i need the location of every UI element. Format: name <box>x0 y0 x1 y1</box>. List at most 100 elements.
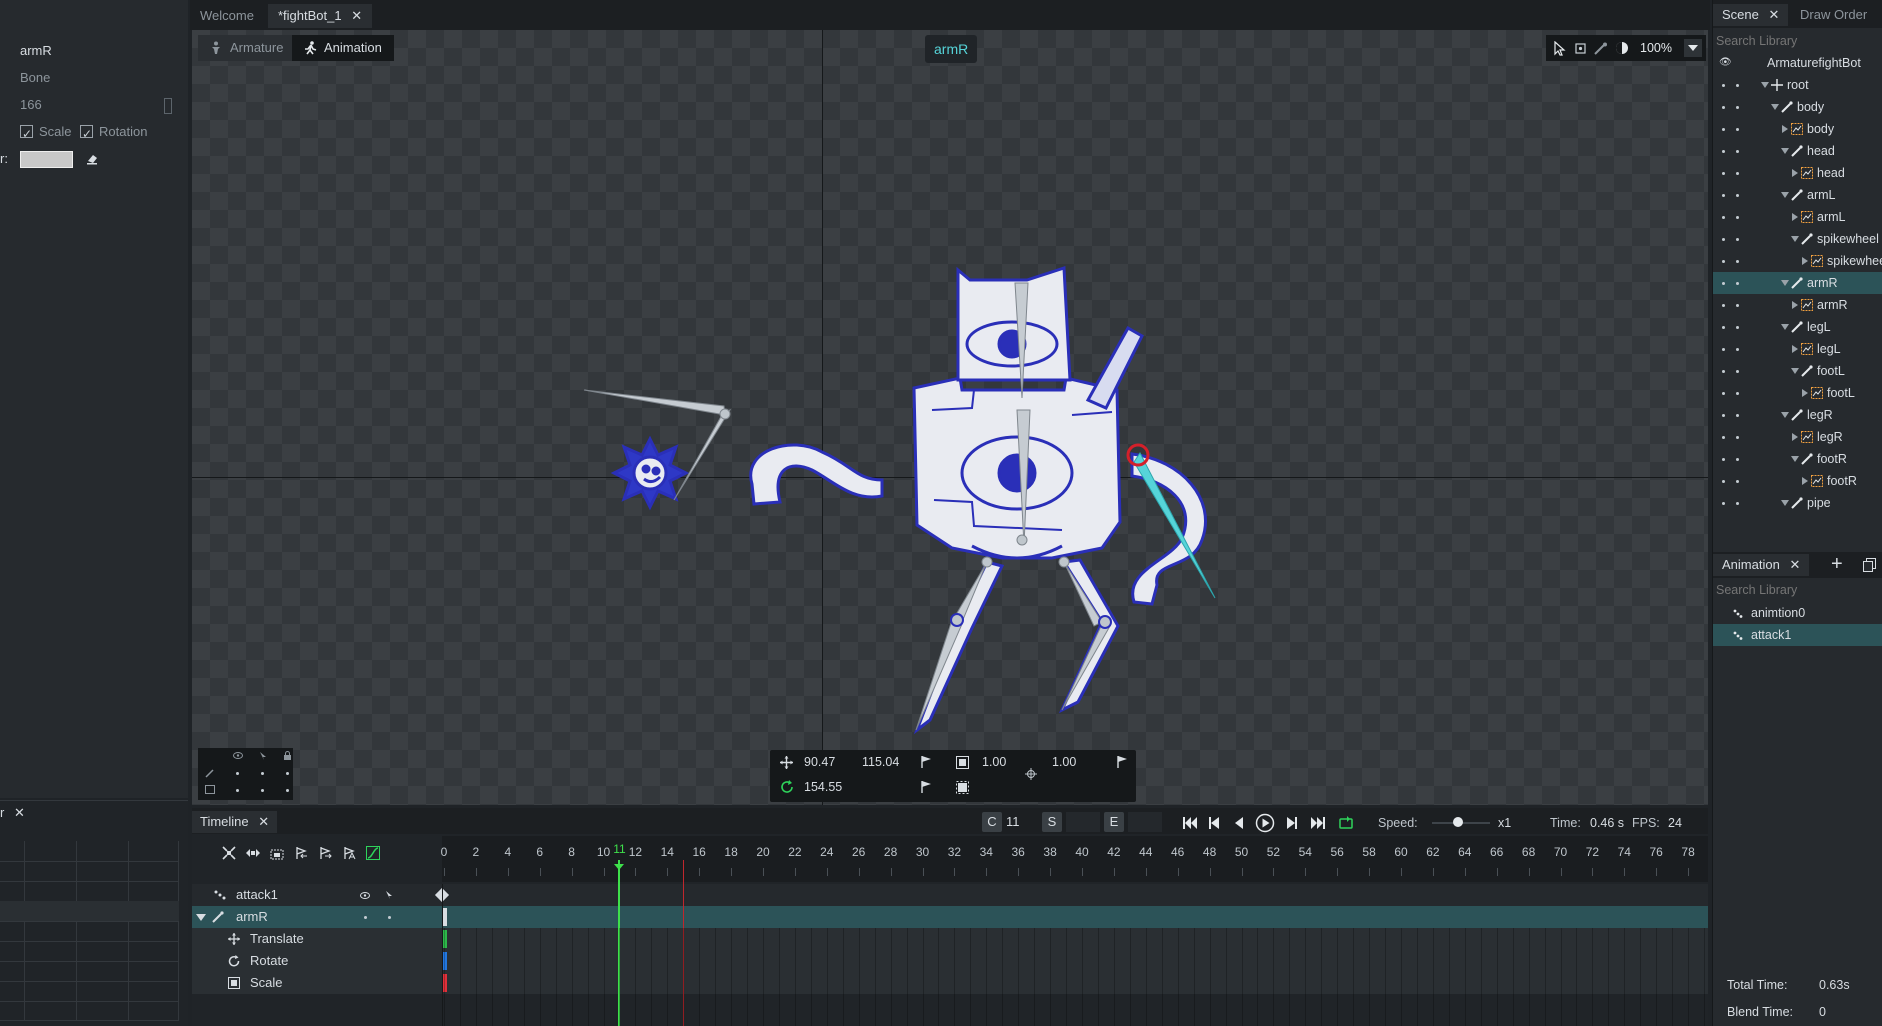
eye-icon[interactable] <box>233 752 243 759</box>
select-dot[interactable] <box>1736 84 1739 87</box>
prev-key-icon[interactable] <box>1208 816 1220 830</box>
visibility-dot[interactable] <box>1722 84 1725 87</box>
tree-item[interactable]: body <box>1713 96 1882 118</box>
display-mode-icon[interactable] <box>1615 41 1629 55</box>
expand-arrow-icon[interactable] <box>1792 169 1798 177</box>
last-frame-icon[interactable] <box>1310 816 1326 830</box>
flag-icon[interactable] <box>920 755 932 769</box>
collapse-arrow-icon[interactable] <box>1781 280 1789 286</box>
key-text-icon[interactable] <box>342 846 356 860</box>
visibility-dot[interactable] <box>1722 282 1725 285</box>
prev-frame-icon[interactable] <box>1234 816 1244 830</box>
rotation-checkbox[interactable]: Rotation <box>80 121 188 145</box>
close-icon[interactable]: ✕ <box>1769 7 1780 22</box>
collapse-arrow-icon[interactable] <box>1791 456 1799 462</box>
visibility-dot[interactable] <box>1722 414 1725 417</box>
tab-animation[interactable]: Animation ✕ <box>1713 554 1810 576</box>
y-position[interactable]: 115.04 <box>862 755 899 769</box>
select-dot[interactable] <box>1736 128 1739 131</box>
rotation-value[interactable]: 154.55 <box>804 780 842 794</box>
tree-item[interactable]: spikewheel <box>1713 250 1882 272</box>
name-field[interactable]: armR <box>0 40 188 62</box>
flag-icon[interactable] <box>1116 755 1128 769</box>
tree-item[interactable]: pipe <box>1713 492 1882 514</box>
select-dot[interactable] <box>1736 238 1739 241</box>
tree-item[interactable]: footR <box>1713 448 1882 470</box>
visibility-dot[interactable] <box>1722 106 1725 109</box>
visibility-dot[interactable] <box>1722 458 1725 461</box>
visibility-dot[interactable] <box>1722 260 1725 263</box>
play-icon[interactable] <box>1255 813 1275 833</box>
collapse-arrow-icon[interactable] <box>1781 500 1789 506</box>
transform-icon[interactable] <box>1574 42 1587 55</box>
key-left-icon[interactable] <box>294 846 308 860</box>
scale-x-value[interactable]: 1.00 <box>982 755 1006 769</box>
visibility-dot[interactable] <box>1722 392 1725 395</box>
select-dot[interactable] <box>1736 326 1739 329</box>
visibility-dot[interactable] <box>1722 502 1725 505</box>
collapse-arrow-icon[interactable] <box>1781 148 1789 154</box>
track-row-bone-armR[interactable]: armR <box>192 906 1708 928</box>
tab-timeline[interactable]: Timeline ✕ <box>192 811 278 833</box>
visibility-dot[interactable] <box>1722 128 1725 131</box>
curve-icon[interactable] <box>366 846 380 860</box>
tree-item[interactable]: legL <box>1713 316 1882 338</box>
next-frame-icon[interactable] <box>1286 816 1298 830</box>
visibility-dot[interactable] <box>1722 480 1725 483</box>
select-dot[interactable] <box>1736 304 1739 307</box>
stepper-icon[interactable] <box>164 98 172 114</box>
duplicate-icon[interactable] <box>1863 558 1876 572</box>
tree-item[interactable]: spikewheel <box>1713 228 1882 250</box>
output-tab[interactable]: r ✕ <box>0 803 25 823</box>
select-dot[interactable] <box>1736 480 1739 483</box>
collapse-arrow-icon[interactable] <box>1781 192 1789 198</box>
collapse-arrow-icon[interactable] <box>1791 368 1799 374</box>
tab-fightbot[interactable]: *fightBot_1 ✕ <box>268 4 373 28</box>
animation-item[interactable]: animtion0 <box>1713 602 1882 624</box>
select-dot[interactable] <box>1736 370 1739 373</box>
select-dot[interactable] <box>1736 458 1739 461</box>
expand-arrow-icon[interactable] <box>1792 301 1798 309</box>
select-dot[interactable] <box>1736 282 1739 285</box>
animation-item[interactable]: attack1 <box>1713 624 1882 646</box>
tree-item[interactable]: legL <box>1713 338 1882 360</box>
tree-item[interactable]: armR <box>1713 272 1882 294</box>
visibility-dot[interactable] <box>1722 304 1725 307</box>
close-icon[interactable]: ✕ <box>351 8 362 23</box>
s-button[interactable]: S <box>1042 812 1062 832</box>
fit-icon[interactable] <box>222 846 236 860</box>
expand-icon[interactable] <box>246 847 260 859</box>
select-dot[interactable] <box>1736 260 1739 263</box>
pivot-icon[interactable] <box>1025 768 1037 780</box>
select-dot[interactable] <box>1736 216 1739 219</box>
tab-scene[interactable]: Scene ✕ <box>1713 4 1789 26</box>
expand-arrow-icon[interactable] <box>1792 345 1798 353</box>
flag-icon[interactable] <box>920 780 932 794</box>
zoom-level[interactable]: 100% <box>1640 35 1672 61</box>
tree-item[interactable]: root <box>1713 74 1882 96</box>
close-icon[interactable]: ✕ <box>258 814 269 829</box>
c-button[interactable]: C <box>982 812 1002 832</box>
collapse-arrow-icon[interactable] <box>1761 82 1769 88</box>
track-row-animation[interactable]: attack1 <box>192 884 1708 906</box>
visibility-dot[interactable] <box>1722 326 1725 329</box>
tree-item[interactable]: legR <box>1713 404 1882 426</box>
cursor-icon[interactable] <box>259 751 267 761</box>
e-button[interactable]: E <box>1104 812 1124 832</box>
visibility-dot[interactable] <box>1722 216 1725 219</box>
tab-welcome[interactable]: Welcome <box>190 4 264 28</box>
tree-item[interactable]: footR <box>1713 470 1882 492</box>
color-swatch[interactable] <box>20 151 73 168</box>
select-dot[interactable] <box>1736 150 1739 153</box>
character-fightbot[interactable] <box>412 240 1232 740</box>
animation-search-input[interactable] <box>1713 580 1882 600</box>
visibility-dot[interactable] <box>1722 436 1725 439</box>
select-dot[interactable] <box>1736 436 1739 439</box>
close-icon[interactable]: ✕ <box>14 805 25 820</box>
fps-value[interactable]: 24 <box>1668 813 1682 833</box>
zoom-dropdown[interactable] <box>1684 39 1702 57</box>
collapse-arrow-icon[interactable] <box>1791 236 1799 242</box>
select-dot[interactable] <box>1736 194 1739 197</box>
tree-item[interactable]: footL <box>1713 382 1882 404</box>
tree-item[interactable]: footL <box>1713 360 1882 382</box>
